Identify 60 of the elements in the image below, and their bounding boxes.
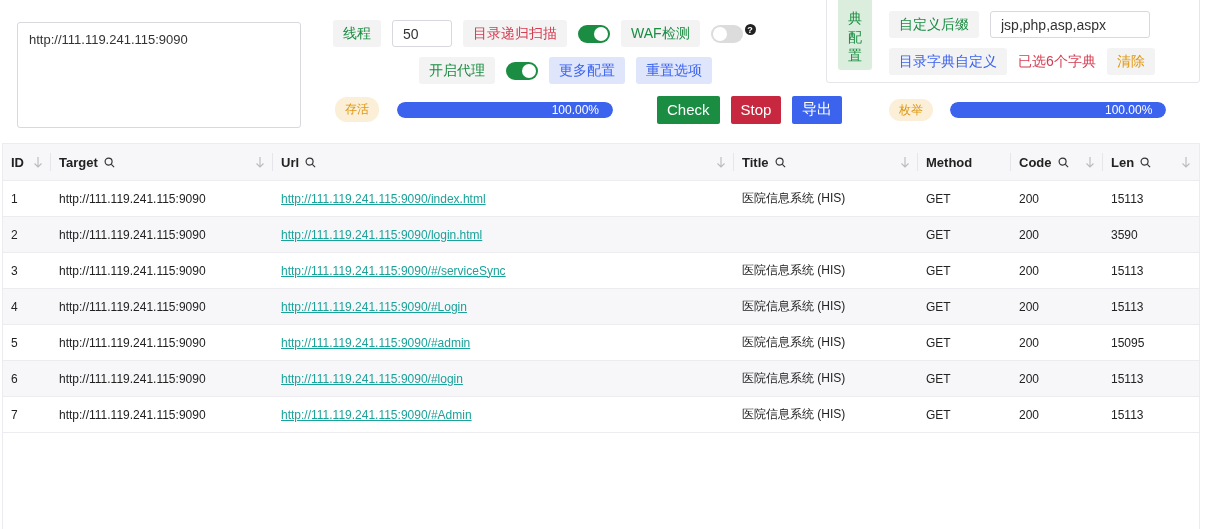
url-link[interactable]: http://111.119.241.115:9090/#/serviceSync	[281, 263, 506, 278]
column-header[interactable]: Target	[51, 144, 273, 181]
toggle-switch[interactable]	[710, 24, 743, 43]
progress-reading: 100.00%	[551, 101, 599, 118]
selected-dictionaries-text: 已选6个字典	[1018, 52, 1096, 71]
table-cell: 6	[3, 361, 51, 397]
toggle-switch[interactable]	[506, 61, 538, 80]
custom-dictionary-button[interactable]: 目录字典自定义	[889, 48, 1007, 75]
proxy-label: 开启代理	[419, 57, 495, 84]
progress-reading: 100.00%	[1105, 101, 1153, 118]
search-icon[interactable]	[305, 156, 317, 168]
column-header[interactable]: Url	[273, 144, 734, 181]
table-cell: 医院信息系统 (HIS)	[734, 361, 918, 397]
threads-input[interactable]: 50	[392, 20, 452, 47]
table-cell: 4	[3, 289, 51, 325]
export-button[interactable]: 导出	[792, 95, 843, 124]
table-cell: GET	[918, 289, 1011, 325]
recursive-scan-label: 目录递归扫描	[463, 20, 567, 47]
url-link[interactable]: http://111.119.241.115:9090/#Login	[281, 299, 467, 314]
config-button[interactable]: 重置选项	[636, 57, 712, 84]
table-cell: GET	[918, 361, 1011, 397]
toggle-switch[interactable]	[578, 24, 610, 43]
table-cell: GET	[918, 217, 1011, 253]
column-header[interactable]: Code	[1011, 144, 1103, 181]
table-cell: 3590	[1103, 217, 1199, 253]
status-badge: 存活	[335, 97, 379, 122]
table-cell: 医院信息系统 (HIS)	[734, 289, 918, 325]
table-cell: http://111.119.241.115:9090	[51, 289, 273, 325]
suffix-label: 自定义后缀	[889, 11, 979, 38]
column-header[interactable]: Len	[1103, 144, 1199, 181]
table-cell: 200	[1011, 289, 1103, 325]
status-badge: 枚举	[889, 98, 934, 121]
table-cell: http://111.119.241.115:9090	[51, 217, 273, 253]
url-link[interactable]: http://111.119.241.115:9090/index.html	[281, 191, 486, 206]
table-cell: 200	[1011, 361, 1103, 397]
search-icon[interactable]	[1057, 156, 1069, 168]
stop-button[interactable]: Stop	[730, 95, 782, 124]
targets-textarea[interactable]: http://111.119.241.115:9090	[17, 22, 301, 128]
config-button[interactable]: 更多配置	[549, 57, 625, 84]
table-cell: 2	[3, 217, 51, 253]
table-cell: 15113	[1103, 289, 1199, 325]
table-cell: 200	[1011, 217, 1103, 253]
table-cell: http://111.119.241.115:9090	[51, 361, 273, 397]
column-header[interactable]: Title	[734, 144, 918, 181]
url-link[interactable]: http://111.119.241.115:9090/#Admin	[281, 407, 472, 422]
threads-label: 线程	[333, 20, 381, 47]
search-icon[interactable]	[103, 156, 115, 168]
url-link[interactable]: http://111.119.241.115:9090/#login	[281, 371, 463, 386]
search-icon[interactable]	[1140, 156, 1152, 168]
waf-label: WAF检测	[621, 20, 700, 47]
suffix-input[interactable]: jsp,php,asp,aspx	[990, 11, 1150, 38]
url-link[interactable]: http://111.119.241.115:9090/login.html	[281, 227, 483, 242]
dictionary-config-label: 典配置	[838, 0, 872, 70]
search-icon[interactable]	[774, 156, 786, 168]
check-button[interactable]: Check	[657, 95, 720, 124]
help-icon[interactable]: ?	[744, 24, 756, 35]
column-header[interactable]: Method	[918, 144, 1011, 181]
column-header[interactable]: ID	[3, 144, 51, 181]
table-cell: 15113	[1103, 361, 1199, 397]
url-link[interactable]: http://111.119.241.115:9090/#admin	[281, 335, 471, 350]
